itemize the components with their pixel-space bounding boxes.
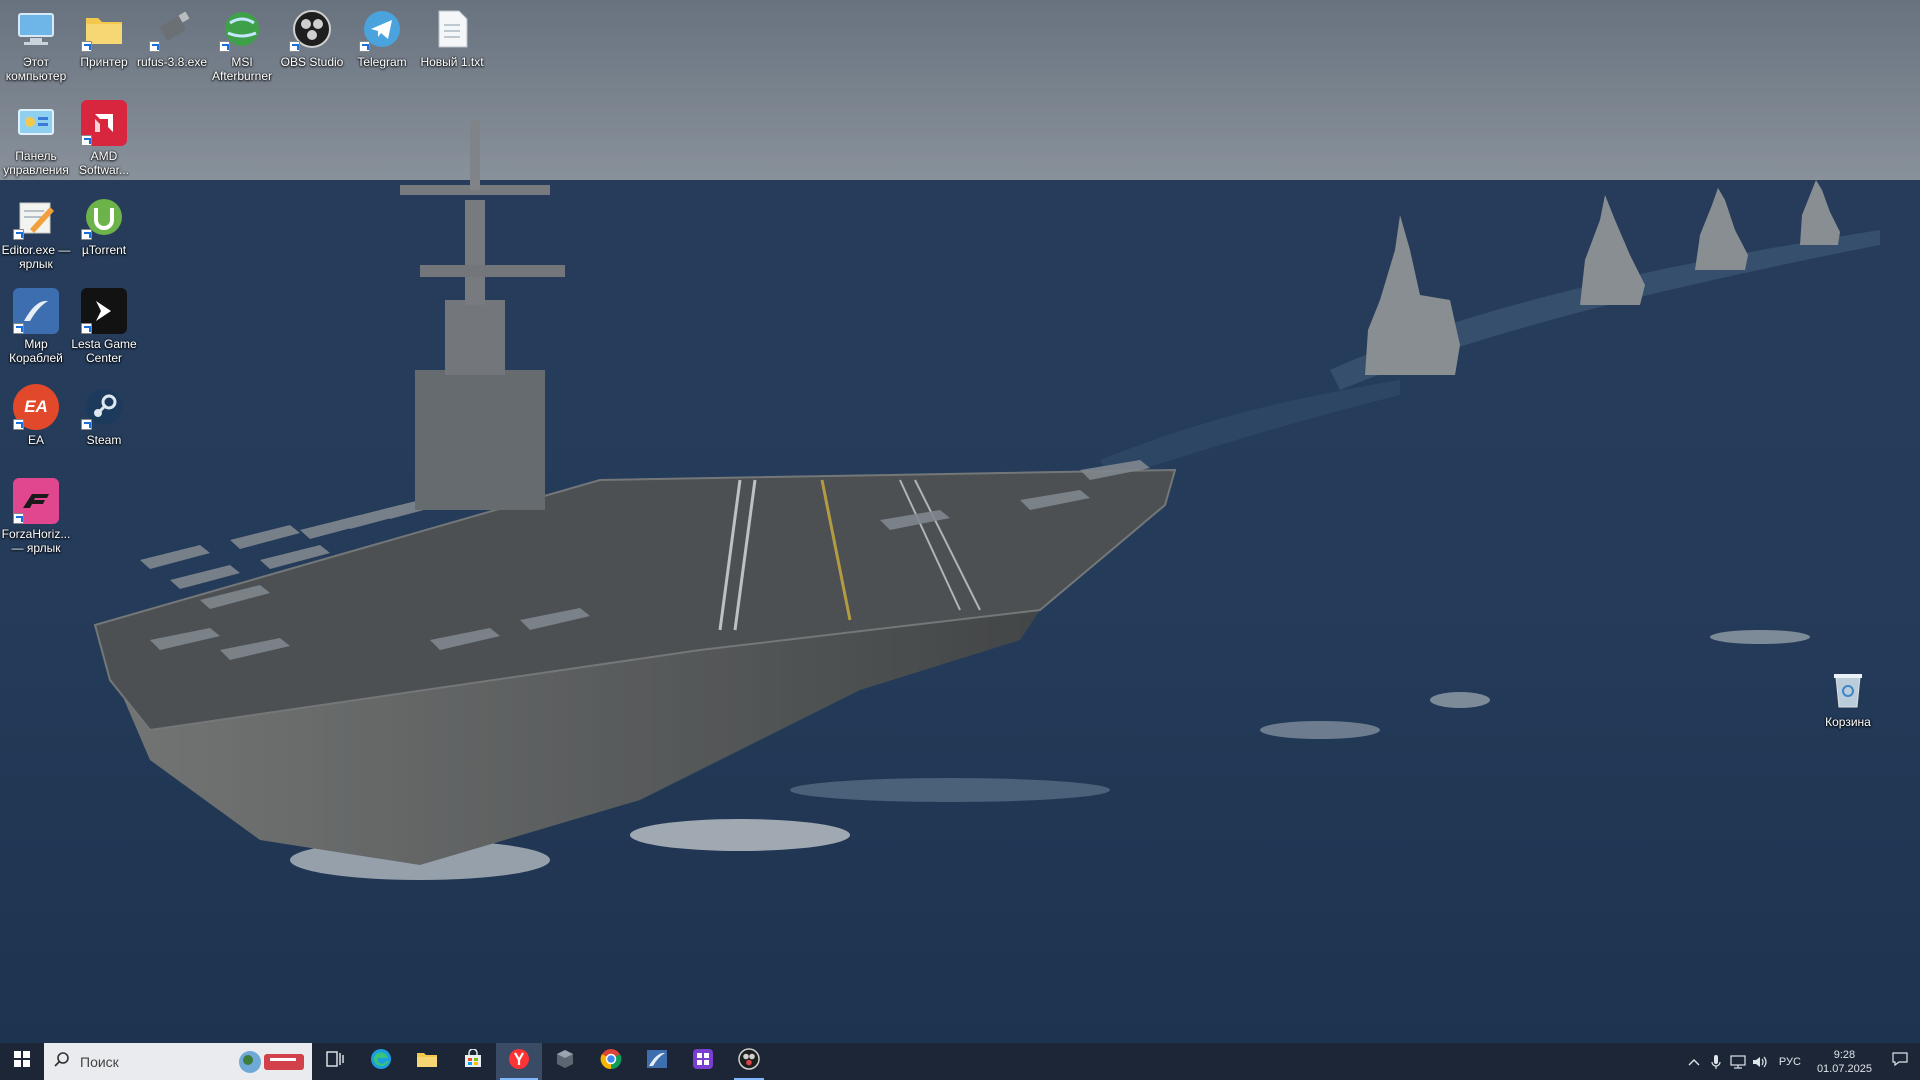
mir-korabley-taskbar-icon	[646, 1049, 668, 1074]
network-icon[interactable]	[1727, 1043, 1749, 1080]
icon-label: Этот компьютер	[5, 55, 67, 83]
system-tray: РУС 9:28 01.07.2025	[1683, 1043, 1920, 1080]
amd-logo-icon	[81, 100, 127, 146]
windows-logo-icon	[14, 1051, 30, 1072]
store-icon	[463, 1048, 483, 1074]
usb-drive-icon	[149, 6, 195, 52]
icon-label: AMD Softwar...	[78, 149, 130, 177]
ea-icon[interactable]: EA EA	[0, 384, 72, 447]
telegram-icon[interactable]: Telegram	[346, 6, 418, 69]
taskbar-clock[interactable]: 9:28 01.07.2025	[1809, 1048, 1880, 1076]
taskbar-edge[interactable]	[358, 1043, 404, 1080]
trash-bin-icon	[1825, 666, 1871, 712]
printer-folder-icon[interactable]: Принтер	[68, 6, 140, 69]
chrome-icon	[600, 1048, 622, 1075]
editor-shortcut-icon[interactable]: Editor.exe — ярлык	[0, 194, 72, 271]
forza-horizon-icon[interactable]: ForzaHoriz... — ярлык	[0, 478, 72, 555]
app-grid-icon	[692, 1048, 714, 1075]
obs-taskbar-icon	[738, 1048, 760, 1075]
icon-label: Новый 1.txt	[420, 55, 484, 69]
monitor-icon	[13, 6, 59, 52]
task-view-button[interactable]	[312, 1043, 358, 1080]
file-explorer-icon	[416, 1050, 438, 1073]
icon-label: Принтер	[80, 55, 128, 69]
folder-icon	[81, 6, 127, 52]
recycle-bin-icon[interactable]: Корзина	[1812, 666, 1884, 729]
notification-icon	[1892, 1052, 1908, 1071]
clock-date: 01.07.2025	[1816, 1062, 1872, 1075]
taskbar-store[interactable]	[450, 1043, 496, 1080]
taskbar-search[interactable]	[44, 1043, 312, 1080]
rufus-icon[interactable]: rufus-3.8.exe	[136, 6, 208, 69]
mir-korabley-logo-icon	[13, 288, 59, 334]
start-button[interactable]	[0, 1043, 44, 1080]
utorrent-logo-icon	[81, 194, 127, 240]
desktop-wallpaper	[0, 0, 1920, 1043]
icon-label: Telegram	[357, 55, 407, 69]
icon-label: OBS Studio	[280, 55, 344, 69]
icon-label: Lesta Game Center	[71, 337, 137, 365]
notepad-pencil-icon	[13, 194, 59, 240]
lesta-game-center-icon[interactable]: Lesta Game Center	[68, 288, 140, 365]
steam-logo-icon	[81, 384, 127, 430]
icon-label: Мир Кораблей	[9, 337, 63, 365]
icon-label: MSI Afterburner	[211, 55, 273, 83]
mir-korabley-icon[interactable]: Мир Кораблей	[0, 288, 72, 365]
icon-label: µTorrent	[81, 243, 127, 257]
app-cube-icon	[555, 1049, 575, 1074]
search-icon	[54, 1051, 70, 1072]
taskbar-file-explorer[interactable]	[404, 1043, 450, 1080]
icon-label: rufus-3.8.exe	[136, 55, 208, 69]
edge-icon	[370, 1048, 392, 1075]
input-language-indicator[interactable]: РУС	[1771, 1056, 1809, 1068]
taskbar: РУС 9:28 01.07.2025	[0, 1043, 1920, 1080]
text-document-icon	[429, 6, 475, 52]
taskbar-mir-korabley[interactable]	[634, 1043, 680, 1080]
control-panel-icon[interactable]: Панель управления	[0, 100, 72, 177]
task-view-icon	[326, 1051, 344, 1072]
lesta-logo-icon	[81, 288, 127, 334]
taskbar-obs[interactable]	[726, 1043, 772, 1080]
icon-label: Editor.exe — ярлык	[1, 243, 71, 271]
msi-afterburner-icon[interactable]: MSI Afterburner	[206, 6, 278, 83]
search-highlight-image-icon	[239, 1051, 304, 1073]
action-center-button[interactable]	[1880, 1043, 1920, 1080]
steam-icon[interactable]: Steam	[68, 384, 140, 447]
forza-logo-icon	[13, 478, 59, 524]
new-text-file-icon[interactable]: Новый 1.txt	[416, 6, 488, 69]
amd-software-icon[interactable]: AMD Softwar...	[68, 100, 140, 177]
taskbar-app-cube[interactable]	[542, 1043, 588, 1080]
ea-logo-icon: EA	[13, 384, 59, 430]
microphone-icon[interactable]	[1705, 1043, 1727, 1080]
show-hidden-icons-chevron-icon[interactable]	[1683, 1043, 1705, 1080]
icon-label: ForzaHoriz... — ярлык	[1, 527, 71, 555]
search-input[interactable]	[78, 1052, 232, 1071]
taskbar-chrome[interactable]	[588, 1043, 634, 1080]
control-panel-glyph-icon	[13, 100, 59, 146]
obs-logo-icon	[289, 6, 335, 52]
paper-plane-icon	[359, 6, 405, 52]
taskbar-app-grid[interactable]	[680, 1043, 726, 1080]
this-pc-icon[interactable]: Этот компьютер	[0, 6, 72, 83]
icon-label: Панель управления	[3, 149, 69, 177]
globe-icon	[219, 6, 265, 52]
icon-label: EA	[27, 433, 44, 447]
volume-icon[interactable]	[1749, 1043, 1771, 1080]
clock-time: 9:28	[1833, 1048, 1856, 1061]
icon-label: Steam	[86, 433, 122, 447]
icon-label: Корзина	[1825, 715, 1871, 729]
utorrent-icon[interactable]: µTorrent	[68, 194, 140, 257]
taskbar-yandex-browser[interactable]	[496, 1043, 542, 1080]
yandex-browser-icon	[508, 1048, 530, 1075]
obs-studio-icon[interactable]: OBS Studio	[276, 6, 348, 69]
